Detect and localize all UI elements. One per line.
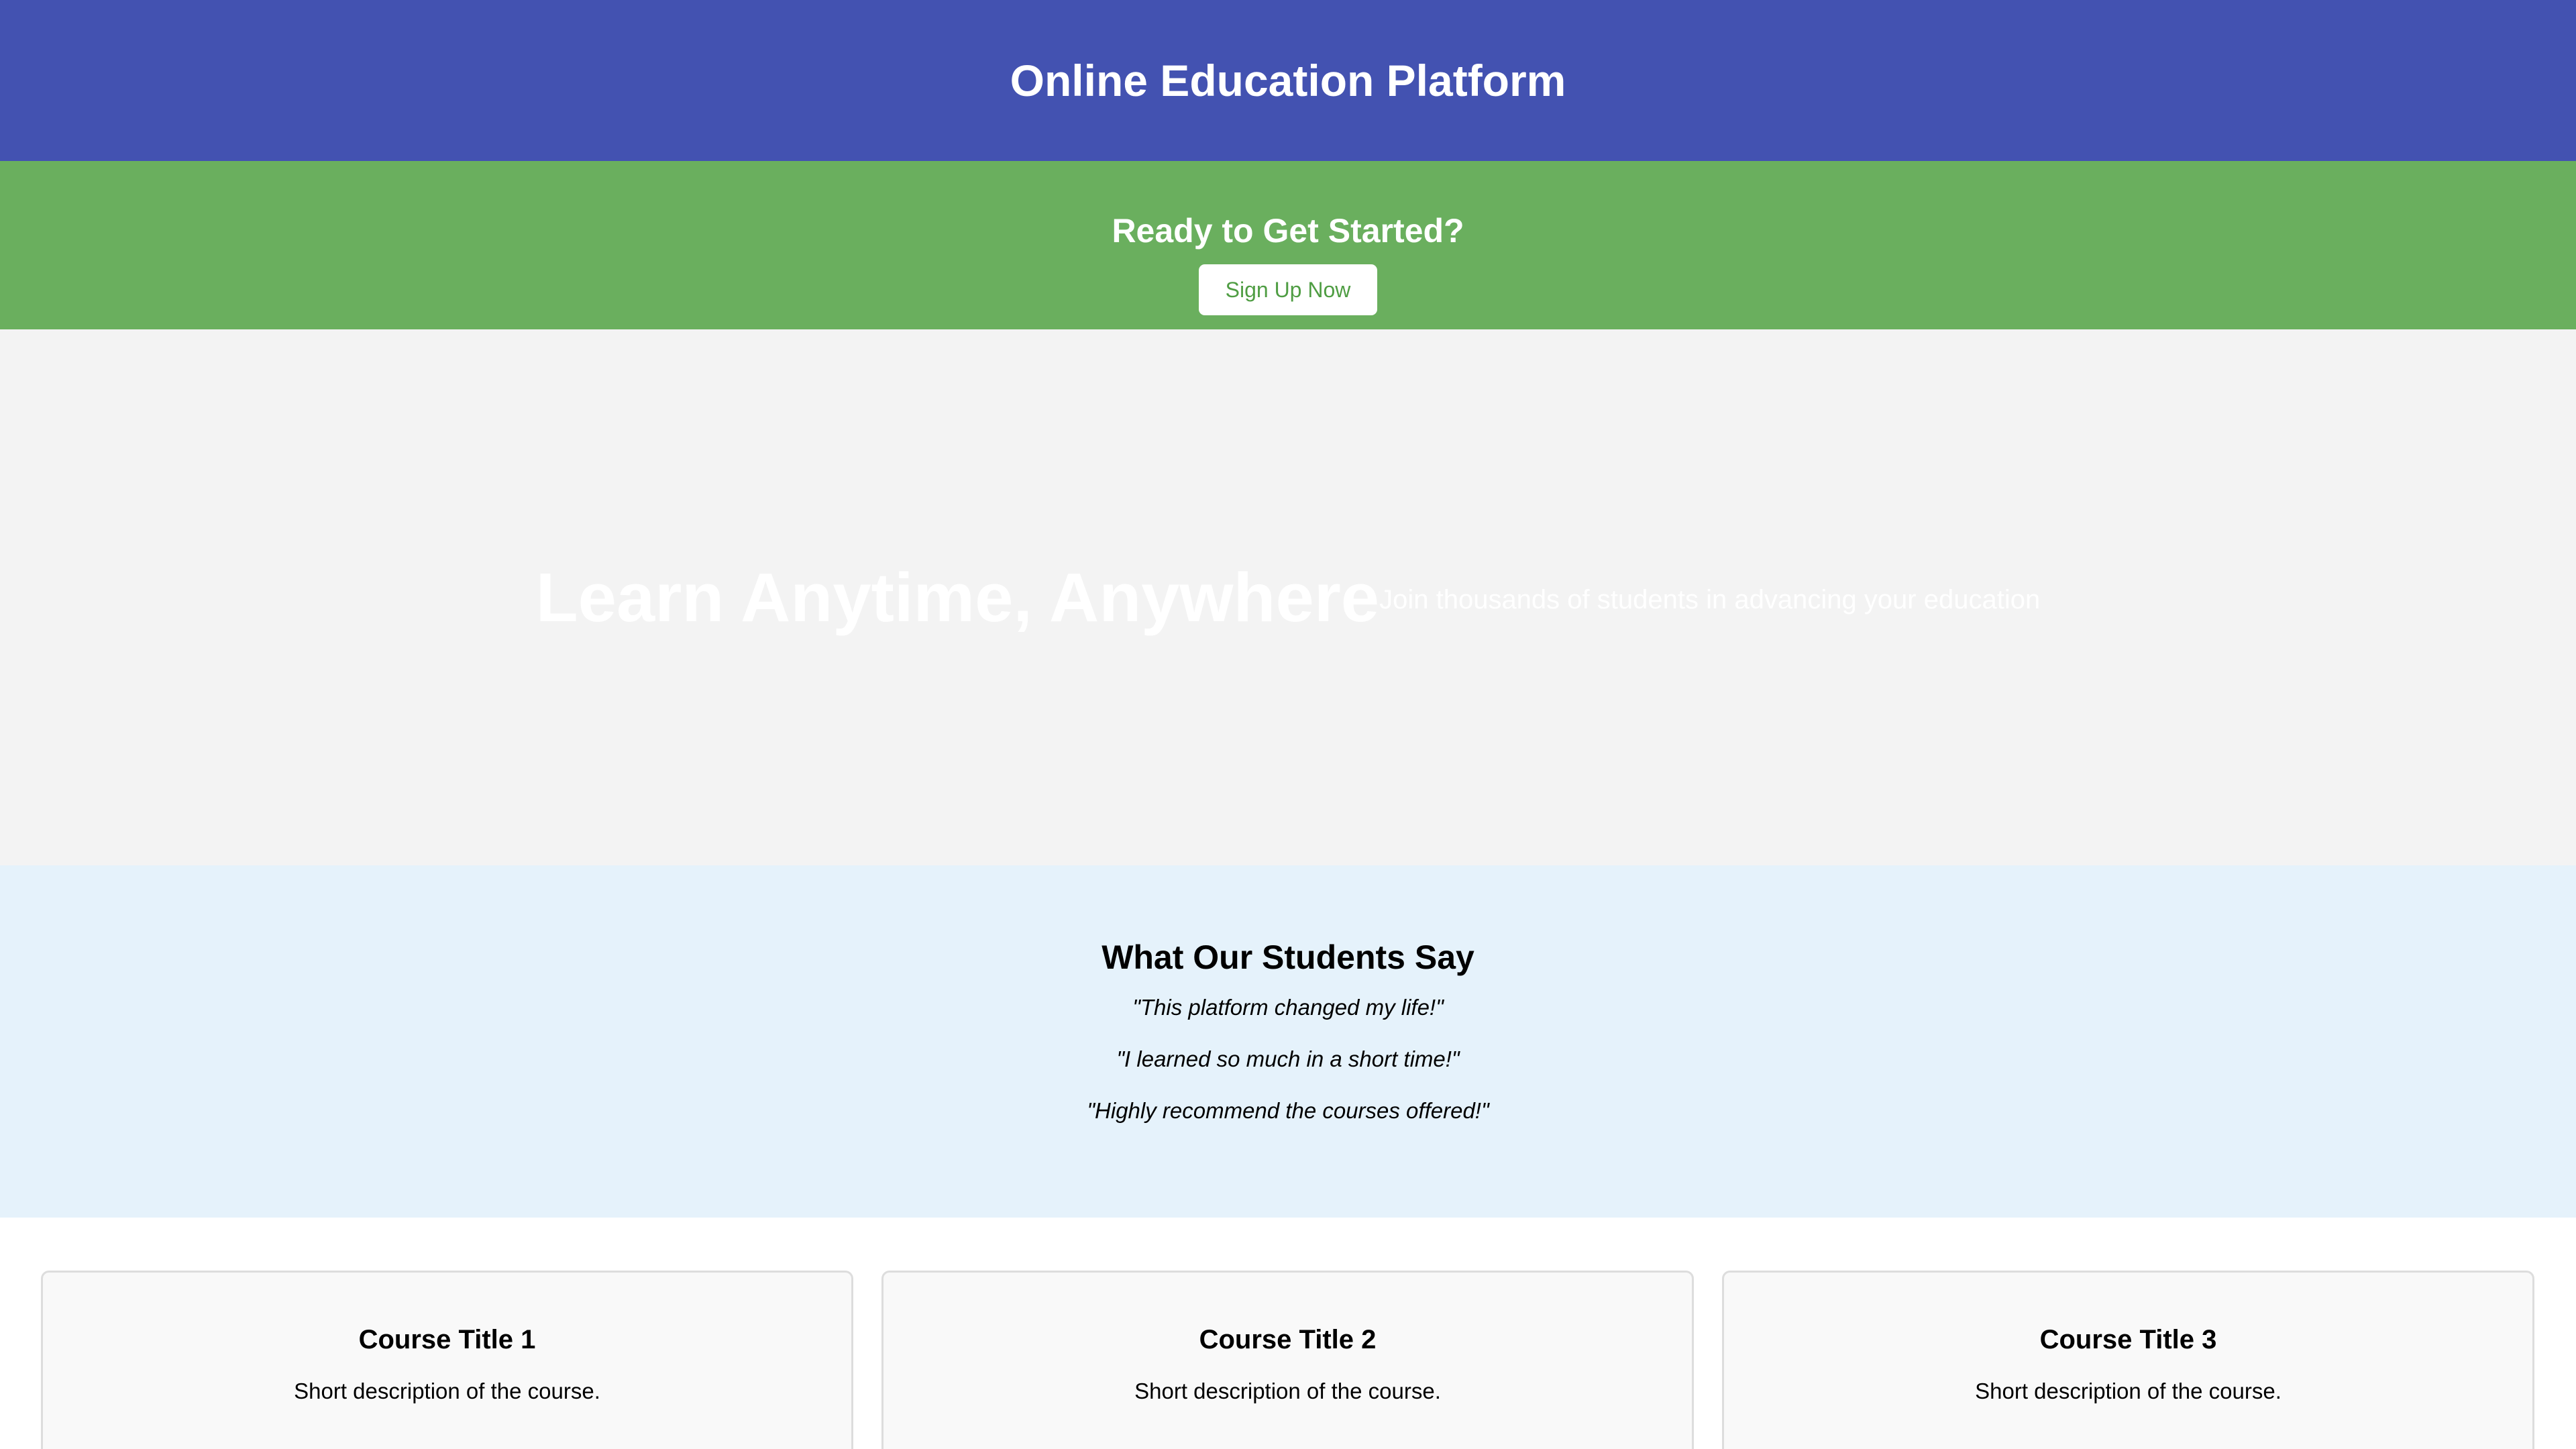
course-card[interactable]: Course Title 3 Short description of the … — [1722, 1271, 2534, 1449]
testimonial-quote: "I learned so much in a short time!" — [1116, 1046, 1460, 1071]
site-header: Online Education Platform — [0, 0, 2576, 161]
hero-section: Learn Anytime, Anywhere Join thousands o… — [0, 329, 2576, 865]
course-description: Short description of the course. — [1975, 1379, 2282, 1403]
testimonial-quote: "Highly recommend the courses offered!" — [1087, 1098, 1489, 1123]
course-description: Short description of the course. — [1134, 1379, 1441, 1403]
sign-up-button[interactable]: Sign Up Now — [1199, 264, 1377, 315]
site-title: Online Education Platform — [1010, 56, 1566, 105]
course-title: Course Title 1 — [358, 1325, 536, 1354]
cta-section: Ready to Get Started? Sign Up Now — [0, 161, 2576, 329]
hero-title: Learn Anytime, Anywhere — [535, 559, 1380, 636]
course-title: Course Title 3 — [2039, 1325, 2217, 1354]
course-card[interactable]: Course Title 2 Short description of the … — [881, 1271, 1694, 1449]
course-description: Short description of the course. — [294, 1379, 600, 1403]
testimonial-quote: "This platform changed my life!" — [1132, 995, 1444, 1020]
courses-section: Course Title 1 Short description of the … — [0, 1218, 2576, 1449]
page: Online Education Platform Ready to Get S… — [0, 0, 2576, 1449]
testimonials-section: What Our Students Say "This platform cha… — [0, 865, 2576, 1218]
testimonials-title: What Our Students Say — [1102, 938, 1474, 976]
cta-title: Ready to Get Started? — [1112, 212, 1464, 250]
course-title: Course Title 2 — [1199, 1325, 1377, 1354]
hero-subtitle: Join thousands of students in advancing … — [1379, 584, 2041, 614]
course-card[interactable]: Course Title 1 Short description of the … — [41, 1271, 853, 1449]
